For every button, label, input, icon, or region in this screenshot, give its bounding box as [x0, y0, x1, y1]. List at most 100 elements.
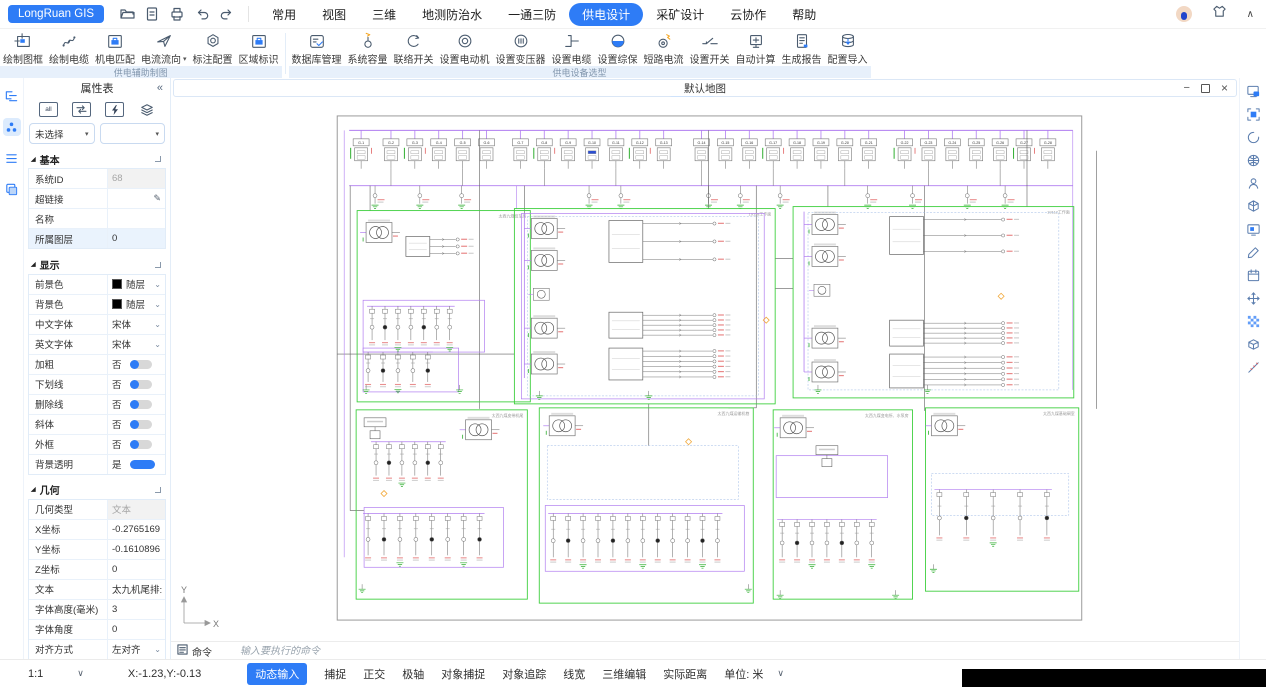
italic-toggle[interactable] [130, 420, 152, 429]
bg-transparent-toggle[interactable] [130, 460, 155, 469]
ribbon-button-auto-calc[interactable]: 自动计算 [733, 31, 779, 66]
toggle-ortho[interactable]: 正交 [363, 666, 385, 682]
panel-collapse-icon[interactable]: « [157, 82, 163, 94]
open-folder-icon[interactable] [118, 5, 136, 23]
command-list-icon[interactable] [177, 644, 188, 658]
menu-dice-fangzhishui[interactable]: 地测防治水 [409, 3, 495, 26]
cn-font-select[interactable]: 宋体⌄ [108, 315, 165, 334]
orbit-circle-icon[interactable] [1245, 129, 1261, 145]
ribbon-button-set-cable[interactable]: 设置电缆 [549, 31, 595, 66]
zoom-chevron-icon[interactable]: ∨ [77, 668, 84, 679]
freehand-icon[interactable] [1245, 244, 1261, 260]
menu-gongdian-sheji[interactable]: 供电设计 [569, 3, 643, 26]
menu-changyong[interactable]: 常用 [259, 3, 309, 26]
map-tab-title[interactable]: 默认地图 [684, 81, 726, 96]
redo-icon[interactable] [218, 5, 236, 23]
foreground-color-select[interactable]: 随层⌄ [108, 275, 165, 294]
section-header-geometry[interactable]: ◢ 几何 [24, 481, 170, 499]
box-3d-icon[interactable] [1245, 336, 1261, 352]
ribbon-button-tie-switch[interactable]: 联络开关 [391, 31, 437, 66]
outline-toggle[interactable] [130, 440, 152, 449]
align-select[interactable]: 左对齐⌄ [108, 640, 165, 659]
toggle-3d-edit[interactable]: 三维编辑 [602, 666, 646, 682]
menu-shitu[interactable]: 视图 [309, 3, 359, 26]
undo-icon[interactable] [193, 5, 211, 23]
view-save-icon[interactable] [1245, 83, 1261, 99]
schematic-canvas[interactable]: G-1G-2G-3G-4G-5G-6G-7G-8G-9G-10G-11G-12G… [171, 97, 1239, 641]
ribbon-button-machine-match[interactable]: 机电匹配 [92, 31, 138, 66]
y-value[interactable]: -0.1610896 [108, 540, 165, 559]
minimize-icon[interactable]: − [1184, 83, 1190, 94]
layer-value[interactable]: 0 [108, 229, 165, 248]
collapse-ribbon-icon[interactable]: ∧ [1247, 9, 1254, 20]
z-value[interactable]: 0 [108, 560, 165, 579]
toggle-object-track[interactable]: 对象追踪 [502, 666, 546, 682]
close-icon[interactable]: × [1221, 82, 1228, 94]
object-type-select[interactable]: 未选择 ▾ [29, 123, 95, 144]
ribbon-button-area-mark[interactable]: 区域标识 [236, 31, 282, 66]
ribbon-button-short-circuit[interactable]: 短路电流 [641, 31, 687, 66]
strike-toggle[interactable] [130, 400, 152, 409]
unit-chevron-icon[interactable]: ∨ [777, 668, 784, 679]
unit-label[interactable]: 单位: 米 [724, 666, 763, 682]
ribbon-button-current-flow[interactable]: 电流流向▾ [138, 31, 190, 66]
bold-toggle[interactable] [130, 360, 152, 369]
cube-view-icon[interactable] [1245, 198, 1261, 214]
hyperlink-value[interactable]: ✎ [108, 189, 165, 208]
filter-layers-icon[interactable] [138, 103, 155, 116]
ribbon-button-annotation-config[interactable]: 标注配置 [190, 31, 236, 66]
font-angle-value[interactable]: 0 [108, 620, 165, 639]
ribbon-button-set-protection[interactable]: 设置综保 [595, 31, 641, 66]
filter-match-icon[interactable] [72, 102, 91, 117]
pan-icon[interactable] [1245, 290, 1261, 306]
en-font-select[interactable]: 宋体⌄ [108, 335, 165, 354]
measure-icon[interactable] [1245, 359, 1261, 375]
capture-icon[interactable] [1245, 221, 1261, 237]
ribbon-button-set-transformer[interactable]: 设置变压器 [493, 31, 549, 66]
list-view-icon[interactable] [3, 149, 21, 167]
filter-all-tab[interactable]: all [39, 102, 58, 117]
ribbon-button-set-switch[interactable]: 设置开关 [687, 31, 733, 66]
grid-map-icon[interactable] [1245, 152, 1261, 168]
dropdown-caret-icon[interactable]: ▾ [183, 55, 187, 63]
grid-fill-icon[interactable] [1245, 313, 1261, 329]
ribbon-button-database-manage[interactable]: 数据库管理 [289, 31, 345, 66]
object-instance-select[interactable]: ▾ [100, 123, 166, 144]
toggle-polar[interactable]: 极轴 [402, 666, 424, 682]
x-value[interactable]: -0.2765169 [108, 520, 165, 539]
text-value[interactable]: 太九机尾排: [108, 580, 165, 599]
extent-icon[interactable] [1245, 106, 1261, 122]
skin-icon[interactable] [1212, 4, 1227, 24]
toggle-lineweight[interactable]: 线宽 [563, 666, 585, 682]
drawing-viewport[interactable]: G-1G-2G-3G-4G-5G-6G-7G-8G-9G-10G-11G-12G… [171, 97, 1239, 641]
maximize-icon[interactable] [1201, 84, 1210, 93]
ribbon-button-config-import[interactable]: 配置导入 [825, 31, 871, 66]
menu-yitong-sanfang[interactable]: 一通三防 [495, 3, 569, 26]
font-height-value[interactable]: 3 [108, 600, 165, 619]
filter-lightning-icon[interactable] [105, 102, 124, 117]
ribbon-button-set-motor[interactable]: 设置电动机 [437, 31, 493, 66]
menu-yunxiezuo[interactable]: 云协作 [717, 3, 779, 26]
zoom-ratio[interactable]: 1:1 [28, 668, 43, 680]
brand-button[interactable]: LongRuan GIS [8, 5, 104, 23]
user-view-icon[interactable] [1245, 175, 1261, 191]
section-header-basic[interactable]: ◢ 基本 [24, 150, 170, 168]
save-file-icon[interactable] [143, 5, 161, 23]
ribbon-button-draw-frame[interactable]: 绘制图框 [0, 31, 46, 66]
user-avatar[interactable] [1176, 6, 1192, 22]
ribbon-button-draw-cable[interactable]: 绘制电缆 [46, 31, 92, 66]
edit-pencil-icon[interactable]: ✎ [153, 193, 161, 204]
menu-bangzhu[interactable]: 帮助 [779, 3, 829, 26]
menu-sanwei[interactable]: 三维 [359, 3, 409, 26]
command-input[interactable] [238, 645, 542, 658]
toggle-dynamic-input[interactable]: 动态输入 [247, 663, 307, 685]
ribbon-button-gen-report[interactable]: 生成报告 [779, 31, 825, 66]
layer-tree-icon[interactable] [3, 87, 21, 105]
ribbon-button-system-capacity[interactable]: 系统容量 [345, 31, 391, 66]
toggle-real-distance[interactable]: 实际距离 [663, 666, 707, 682]
legend-stack-icon[interactable] [3, 180, 21, 198]
toggle-object-snap[interactable]: 对象捕捉 [441, 666, 485, 682]
section-header-display[interactable]: ◢ 显示 [24, 255, 170, 273]
menu-caikuang-sheji[interactable]: 采矿设计 [643, 3, 717, 26]
calendar-icon[interactable] [1245, 267, 1261, 283]
